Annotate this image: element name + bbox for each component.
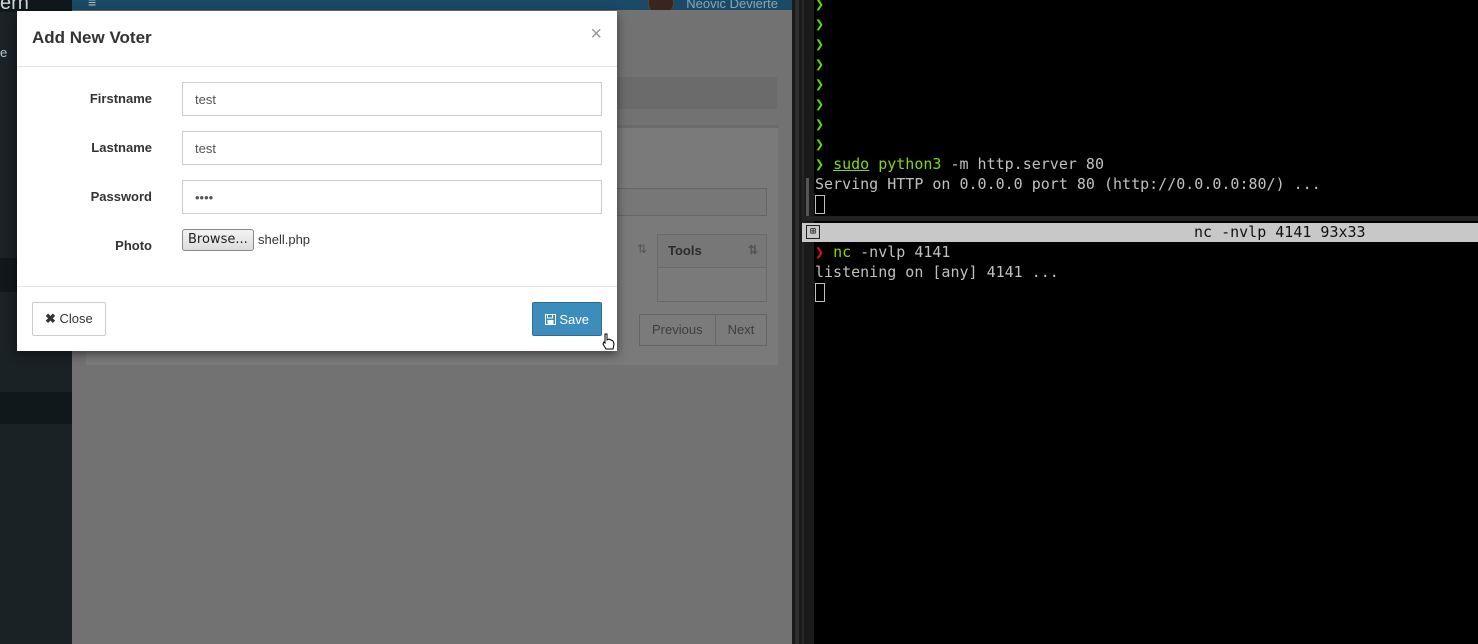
terminal-prompt: ❯	[815, 0, 825, 13]
tools-header-label: Tools	[668, 243, 702, 258]
terminal-prompt: ❯	[815, 35, 825, 53]
photo-label: Photo	[115, 238, 152, 253]
command-program: nc	[833, 243, 852, 261]
firstname-field[interactable]	[182, 82, 602, 116]
floppy-icon	[544, 312, 560, 327]
terminal-output: Serving HTTP on 0.0.0.0 port 80 (http://…	[815, 175, 1321, 193]
command-program: python3	[878, 155, 942, 173]
sidebar-user-text: e	[0, 45, 8, 60]
terminal-prompt: ❯	[815, 95, 825, 113]
terminal-command-line: ❯ nc -nvlp 4141	[815, 242, 950, 262]
sidebar-item[interactable]	[0, 392, 72, 424]
modal-title: Add New Voter	[32, 28, 152, 47]
hamburger-icon[interactable]: ≡	[88, 0, 96, 10]
sort-icon[interactable]: ⇅	[748, 243, 758, 257]
pane-divider[interactable]	[792, 0, 814, 644]
previous-button[interactable]: Previous	[639, 314, 716, 346]
terminal-cursor	[815, 195, 825, 214]
close-button-label: Close	[59, 311, 93, 326]
sort-icon[interactable]: ⇅	[637, 242, 647, 256]
pane-grid-icon[interactable]: ⊞	[806, 225, 820, 239]
terminal-cursor	[815, 283, 825, 302]
pagination: Previous Next	[639, 314, 768, 346]
table-header-tools[interactable]: Tools ⇅	[657, 234, 767, 268]
browser-window: ern e ≡ Neovic Devierte ⇅ Tools ⇅ Previo…	[0, 0, 792, 644]
firstname-label: Firstname	[89, 91, 152, 106]
hand-cursor-icon	[602, 333, 615, 350]
terminal-prompt: ❯	[815, 75, 825, 93]
password-row: Password	[17, 180, 617, 214]
terminal-command-line: ❯ sudo python3 -m http.server 80	[815, 154, 1104, 174]
tmux-status-bar: ⊞ nc -nvlp 4141 93x33	[802, 223, 1478, 242]
browse-button[interactable]: Browse...	[182, 229, 254, 251]
add-voter-modal: Add New Voter × Firstname Lastname Passw…	[17, 11, 617, 351]
table-row	[657, 268, 767, 302]
photo-row: Photo Browse... shell.php	[17, 229, 617, 263]
password-field[interactable]	[182, 180, 602, 214]
terminal-prompt: ❯	[815, 115, 825, 133]
terminal-output: listening on [any] 4141 ...	[815, 263, 1059, 281]
scrollbar-thumb[interactable]	[806, 178, 809, 216]
terminal-prompt: ❯	[815, 155, 825, 173]
app-header: ≡ Neovic Devierte	[72, 0, 792, 16]
times-icon: ✖	[45, 311, 56, 326]
search-input[interactable]	[602, 188, 767, 216]
terminal-prompt: ❯	[815, 55, 825, 73]
terminal-prompt: ❯	[815, 15, 825, 33]
command-args: -m http.server 80	[941, 155, 1104, 173]
save-button[interactable]: Save	[531, 302, 602, 336]
command-args: -nvlp 4141	[851, 243, 951, 261]
modal-footer: ✖ Close Save	[17, 286, 617, 351]
command-sudo: sudo	[833, 155, 870, 173]
pane-title: nc -nvlp 4141 93x33	[1194, 223, 1366, 241]
pane-separator[interactable]	[802, 216, 1478, 221]
close-button[interactable]: ✖ Close	[32, 302, 106, 336]
modal-header: Add New Voter ×	[17, 11, 617, 67]
selected-file-name: shell.php	[258, 232, 311, 247]
scrollbar-track	[802, 0, 804, 644]
firstname-row: Firstname	[17, 82, 617, 116]
lastname-field[interactable]	[182, 131, 602, 165]
terminal-prompt: ❯	[815, 243, 825, 261]
save-button-label: Save	[559, 311, 589, 327]
terminal-prompt: ❯	[815, 135, 825, 153]
password-label: Password	[90, 189, 152, 204]
next-button[interactable]: Next	[715, 314, 768, 346]
divider-bar	[795, 0, 799, 644]
lastname-label: Lastname	[91, 140, 152, 155]
terminal-cursor-line	[815, 282, 825, 302]
close-icon[interactable]: ×	[590, 23, 602, 46]
lastname-row: Lastname	[17, 131, 617, 165]
terminal-window[interactable]: ❯ ❯ ❯ ❯ ❯ ❯ ❯ ❯ ❯ sudo python3 -m http.s…	[802, 0, 1478, 644]
terminal-cursor-line	[815, 194, 825, 214]
